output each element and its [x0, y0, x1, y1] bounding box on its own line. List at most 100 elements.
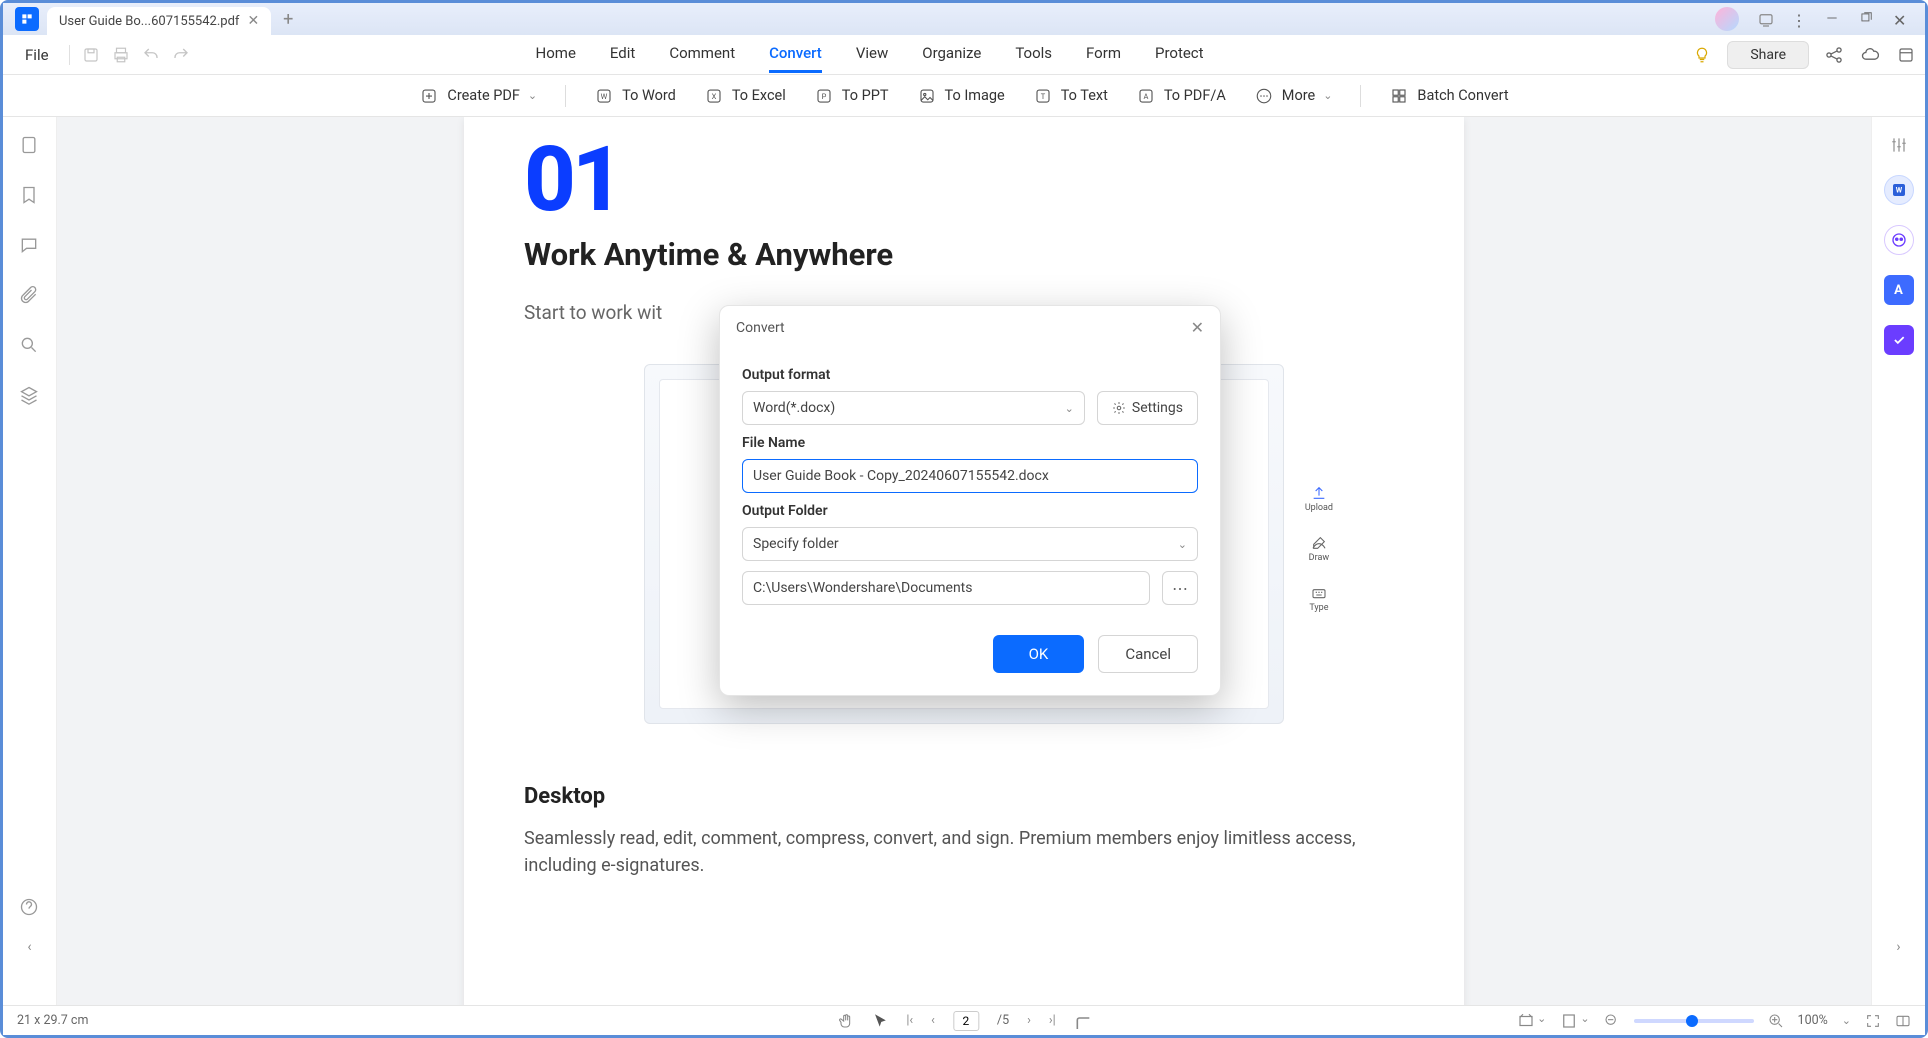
help-icon[interactable] [19, 897, 41, 919]
zoom-level: 100% [1798, 1013, 1828, 1028]
zoom-menu-icon[interactable]: ⌄ [1842, 1014, 1851, 1027]
menu-convert[interactable]: Convert [769, 36, 822, 73]
chevron-down-icon: ⌄ [1323, 89, 1332, 102]
status-bar: 21 x 29.7 cm |‹ ‹ /5 › ›| ⌄ ⌄ 100% ⌄ [3, 1005, 1925, 1035]
minimize-icon[interactable] [1825, 11, 1841, 27]
zoom-out-icon[interactable] [1604, 1013, 1620, 1029]
to-ppt-button[interactable]: P To PPT [814, 86, 889, 106]
maximize-icon[interactable] [1859, 11, 1875, 27]
to-word-button[interactable]: W To Word [594, 86, 676, 106]
batch-icon [1389, 86, 1409, 106]
page-dimensions: 21 x 29.7 cm [17, 1013, 88, 1028]
kebab-menu-icon[interactable]: ⋮ [1791, 11, 1807, 27]
more-label: More [1282, 87, 1315, 104]
prev-page-icon[interactable]: ‹ [931, 1013, 935, 1028]
to-pdfa-button[interactable]: A To PDF/A [1136, 86, 1226, 106]
to-text-button[interactable]: T To Text [1033, 86, 1108, 106]
folder-path-input[interactable]: C:\Users\Wondershare\Documents [742, 571, 1150, 605]
redo-icon[interactable] [166, 40, 196, 70]
print-icon[interactable] [106, 40, 136, 70]
menu-tools[interactable]: Tools [1015, 36, 1052, 73]
undo-icon[interactable] [136, 40, 166, 70]
ok-button[interactable]: OK [993, 635, 1085, 673]
dialog-close-icon[interactable]: ✕ [1191, 318, 1204, 337]
more-button[interactable]: More ⌄ [1254, 86, 1333, 106]
right-rail: W A › [1871, 117, 1925, 1005]
close-window-icon[interactable]: ✕ [1893, 11, 1909, 27]
last-page-icon[interactable]: ›| [1049, 1013, 1056, 1028]
word-badge-icon[interactable]: W [1884, 175, 1914, 205]
lightbulb-icon[interactable] [1691, 44, 1713, 66]
menu-protect[interactable]: Protect [1155, 36, 1204, 73]
search-panel-icon[interactable] [19, 335, 41, 357]
first-page-icon[interactable]: |‹ [906, 1013, 913, 1028]
batch-convert-button[interactable]: Batch Convert [1389, 86, 1508, 106]
annotate-badge-icon[interactable]: A [1884, 275, 1914, 305]
menu-home[interactable]: Home [536, 36, 576, 73]
attachment-icon[interactable] [19, 285, 41, 307]
user-avatar[interactable] [1715, 7, 1739, 31]
ai-bot-icon[interactable] [1884, 225, 1914, 255]
properties-icon[interactable] [1889, 135, 1909, 155]
page-heading: Work Anytime & Anywhere [524, 236, 1404, 273]
bookmark-icon[interactable] [19, 185, 41, 207]
next-page-icon[interactable]: › [1027, 1013, 1031, 1028]
to-image-button[interactable]: To Image [917, 86, 1005, 106]
menu-organize[interactable]: Organize [922, 36, 981, 73]
to-ppt-label: To PPT [842, 87, 889, 104]
titlebar: User Guide Bo...607155542.pdf ✕ + ⋮ ✕ [3, 3, 1925, 35]
fit-width-icon[interactable]: ⌄ [1517, 1012, 1546, 1030]
folder-mode-value: Specify folder [753, 536, 839, 552]
titlebar-right: ⋮ ✕ [1715, 7, 1921, 31]
to-excel-button[interactable]: X To Excel [704, 86, 786, 106]
cloud-icon[interactable] [1859, 44, 1881, 66]
save-icon[interactable] [76, 40, 106, 70]
zoom-in-icon[interactable] [1768, 1013, 1784, 1029]
plus-square-icon [419, 86, 439, 106]
convert-dialog: Convert ✕ Output format Word(*.docx) ⌄ S… [719, 305, 1221, 696]
menu-form[interactable]: Form [1086, 36, 1121, 73]
svg-text:W: W [1895, 186, 1902, 195]
share-button[interactable]: Share [1727, 41, 1809, 69]
menu-view[interactable]: View [856, 36, 888, 73]
create-pdf-label: Create PDF [447, 87, 520, 104]
folder-mode-select[interactable]: Specify folder ⌄ [742, 527, 1198, 561]
collapse-ribbon-icon[interactable] [1895, 44, 1917, 66]
text-icon: T [1033, 86, 1053, 106]
select-tool-icon[interactable] [872, 1013, 888, 1029]
cancel-button[interactable]: Cancel [1098, 635, 1198, 673]
close-tab-icon[interactable]: ✕ [247, 13, 259, 29]
filename-input[interactable]: User Guide Book - Copy_20240607155542.do… [742, 459, 1198, 493]
reflow-icon[interactable] [1074, 1013, 1090, 1029]
zoom-slider[interactable] [1634, 1019, 1754, 1023]
page-layout-icon[interactable]: ⌄ [1560, 1012, 1589, 1030]
expand-right-rail-icon[interactable]: › [1896, 939, 1900, 955]
menu-comment[interactable]: Comment [669, 36, 735, 73]
browse-folder-button[interactable]: ⋯ [1162, 571, 1198, 605]
page-total: /5 [997, 1013, 1009, 1028]
fullscreen-icon[interactable] [1865, 1013, 1881, 1029]
word-icon: W [594, 86, 614, 106]
check-badge-icon[interactable] [1884, 325, 1914, 355]
file-menu[interactable]: File [11, 40, 63, 70]
menu-edit[interactable]: Edit [610, 36, 635, 73]
hand-tool-icon[interactable] [838, 1013, 854, 1029]
new-tab-button[interactable]: + [283, 9, 293, 30]
expand-left-rail-icon[interactable]: ‹ [27, 939, 31, 955]
read-mode-icon[interactable] [1895, 1013, 1911, 1029]
settings-button[interactable]: Settings [1097, 391, 1198, 425]
output-format-label: Output format [742, 367, 1198, 383]
layers-icon[interactable] [19, 385, 41, 407]
document-tab[interactable]: User Guide Bo...607155542.pdf ✕ [47, 7, 271, 35]
comment-panel-icon[interactable] [19, 235, 41, 257]
output-format-select[interactable]: Word(*.docx) ⌄ [742, 391, 1085, 425]
thumbnails-icon[interactable] [19, 135, 41, 157]
page-number-input[interactable] [953, 1011, 979, 1031]
cloud-share-icon[interactable] [1823, 44, 1845, 66]
create-pdf-button[interactable]: Create PDF ⌄ [419, 86, 537, 106]
to-excel-label: To Excel [732, 87, 786, 104]
page-body-text: Seamlessly read, edit, comment, compress… [524, 825, 1404, 879]
notification-icon[interactable] [1757, 11, 1773, 27]
separator [1360, 85, 1361, 107]
filename-value: User Guide Book - Copy_20240607155542.do… [753, 468, 1049, 484]
